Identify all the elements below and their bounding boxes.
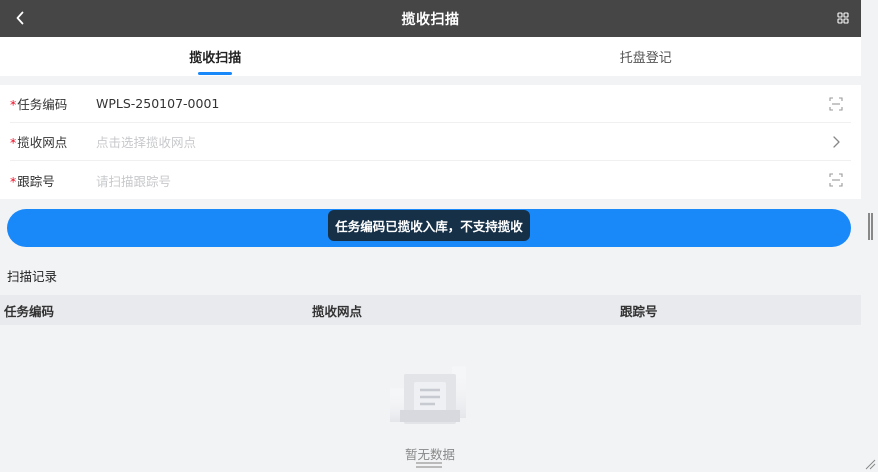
task-code-input[interactable]: WPLS-250107-0001: [96, 96, 851, 111]
tracking-number-input[interactable]: 请扫描跟踪号: [96, 171, 851, 190]
field-label: *揽收网点: [10, 135, 68, 150]
page-title: 揽收扫描: [401, 11, 460, 28]
tab-label: 揽收扫描: [189, 51, 242, 66]
task-code-field[interactable]: *任务编码 WPLS-250107-0001: [10, 85, 851, 123]
field-label: *跟踪号: [10, 173, 55, 189]
toast-message: 任务编码已揽收入库，不支持揽收: [328, 210, 530, 241]
tab-label: 托盘登记: [619, 51, 672, 66]
resize-grip-icon[interactable]: [864, 458, 876, 470]
side-drag-handle[interactable]: [868, 213, 873, 240]
pickup-site-field[interactable]: *揽收网点 点击选择揽收网点: [10, 123, 851, 161]
tab-pickup-scan[interactable]: 揽收扫描: [0, 37, 431, 76]
column-task-code: 任务编码: [4, 303, 55, 319]
records-table-header: 任务编码 揽收网点 跟踪号: [0, 295, 861, 325]
grid-icon[interactable]: [837, 12, 849, 24]
tab-pallet-register[interactable]: 托盘登记: [431, 37, 862, 76]
tab-bar: 揽收扫描 托盘登记: [0, 37, 861, 76]
column-tracking-number: 跟踪号: [620, 303, 658, 319]
scan-icon[interactable]: [829, 173, 843, 187]
field-label: *任务编码: [10, 97, 68, 112]
tracking-number-field[interactable]: *跟踪号 请扫描跟踪号: [10, 161, 851, 199]
scan-records-title: 扫描记录: [7, 269, 58, 284]
required-mark: *: [10, 173, 17, 189]
scan-icon[interactable]: [829, 97, 843, 111]
column-pickup-site: 揽收网点: [312, 303, 363, 319]
scan-form: *任务编码 WPLS-250107-0001 *揽收网点 点击选择揽收网点 *跟…: [0, 85, 861, 199]
back-button[interactable]: [10, 7, 30, 29]
required-mark: *: [10, 97, 17, 112]
chevron-left-icon: [16, 11, 24, 25]
required-mark: *: [10, 135, 17, 150]
tab-active-indicator: [198, 72, 233, 75]
pickup-site-select[interactable]: 点击选择揽收网点: [96, 132, 851, 151]
nav-bar: 揽收扫描: [0, 0, 861, 37]
bottom-drag-handle[interactable]: [416, 461, 442, 469]
chevron-right-icon[interactable]: [829, 135, 843, 149]
